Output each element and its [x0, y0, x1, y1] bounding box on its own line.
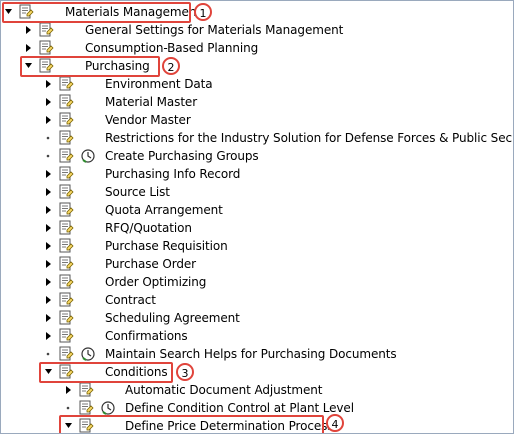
triangle-right-icon[interactable]: [45, 309, 53, 327]
triangle-right-icon[interactable]: [45, 327, 53, 345]
triangle-down-icon[interactable]: [5, 3, 13, 21]
clock-activity-icon[interactable]: [80, 147, 96, 165]
triangle-right-icon[interactable]: [45, 111, 53, 129]
tree-label: Automatic Document Adjustment: [125, 383, 323, 397]
tree-label: Purchasing Info Record: [105, 167, 241, 181]
tree-label: Purchasing: [85, 59, 150, 73]
triangle-right-icon[interactable]: [45, 219, 53, 237]
triangle-right-icon[interactable]: [25, 39, 33, 57]
triangle-right-icon[interactable]: [45, 165, 53, 183]
callout-badge: 3: [176, 363, 194, 381]
activity-document-icon: [18, 3, 34, 21]
tree-label: Materials Management: [65, 5, 201, 19]
triangle-right-icon[interactable]: [45, 237, 53, 255]
tree-label: RFQ/Quotation: [105, 221, 192, 235]
activity-document-icon: [58, 363, 74, 381]
triangle-down-icon[interactable]: [45, 363, 53, 381]
triangle-right-icon[interactable]: [45, 201, 53, 219]
tree-label: Define Condition Control at Plant Level: [125, 401, 354, 415]
activity-document-icon: [78, 381, 94, 399]
activity-document-icon: [58, 165, 74, 183]
activity-document-icon: [58, 309, 74, 327]
clock-activity-icon[interactable]: [80, 345, 96, 363]
activity-document-icon: [58, 255, 74, 273]
activity-document-icon: [38, 21, 54, 39]
tree-label: Environment Data: [105, 77, 213, 91]
activity-document-icon: [78, 417, 94, 433]
tree-label: Purchase Requisition: [105, 239, 228, 253]
tree-label: Order Optimizing: [105, 275, 207, 289]
activity-document-icon: [58, 237, 74, 255]
tree-label: Vendor Master: [105, 113, 191, 127]
activity-document-icon: [58, 111, 74, 129]
tree-label: Contract: [105, 293, 156, 307]
activity-document-icon: [58, 201, 74, 219]
activity-document-icon: [38, 57, 54, 75]
tree-label: Maintain Search Helps for Purchasing Doc…: [105, 347, 397, 361]
activity-document-icon: [58, 327, 74, 345]
tree-label: Purchase Order: [105, 257, 197, 271]
tree-label: Conditions: [105, 365, 168, 379]
leaf-dot-icon: [65, 399, 73, 417]
activity-document-icon: [58, 183, 74, 201]
tree-label: Create Purchasing Groups: [105, 149, 259, 163]
tree-label: Restrictions for the Industry Solution f…: [105, 131, 514, 145]
tree-label: Quota Arrangement: [105, 203, 223, 217]
activity-document-icon: [38, 39, 54, 57]
triangle-right-icon[interactable]: [45, 273, 53, 291]
triangle-right-icon[interactable]: [45, 291, 53, 309]
triangle-right-icon[interactable]: [25, 21, 33, 39]
tree-label: Confirmations: [105, 329, 188, 343]
tree-label: Source List: [105, 185, 170, 199]
triangle-right-icon[interactable]: [45, 183, 53, 201]
tree-label: General Settings for Materials Managemen…: [85, 23, 344, 37]
activity-document-icon: [58, 129, 74, 147]
triangle-down-icon[interactable]: [25, 57, 33, 75]
tree-label: Define Price Determination Process: [125, 419, 334, 433]
img-tree-panel: Materials Management General Settings fo…: [0, 0, 514, 434]
callout-badge: 2: [162, 57, 180, 75]
tree-label: Scheduling Agreement: [105, 311, 240, 325]
triangle-right-icon[interactable]: [45, 255, 53, 273]
clock-activity-icon[interactable]: [100, 399, 116, 417]
activity-document-icon: [58, 291, 74, 309]
activity-document-icon: [78, 399, 94, 417]
activity-document-icon: [58, 219, 74, 237]
triangle-right-icon[interactable]: [45, 75, 53, 93]
tree-label: Material Master: [105, 95, 198, 109]
triangle-right-icon[interactable]: [45, 93, 53, 111]
triangle-down-icon[interactable]: [65, 417, 73, 433]
activity-document-icon: [58, 345, 74, 363]
callout-badge: 4: [326, 414, 344, 432]
leaf-dot-icon: [45, 345, 53, 363]
activity-document-icon: [58, 273, 74, 291]
triangle-right-icon[interactable]: [65, 381, 73, 399]
leaf-dot-icon: [45, 147, 53, 165]
activity-document-icon: [58, 93, 74, 111]
activity-document-icon: [58, 147, 74, 165]
activity-document-icon: [58, 75, 74, 93]
leaf-dot-icon: [45, 129, 53, 147]
tree-label: Consumption-Based Planning: [85, 41, 259, 55]
callout-badge: 1: [194, 3, 212, 21]
